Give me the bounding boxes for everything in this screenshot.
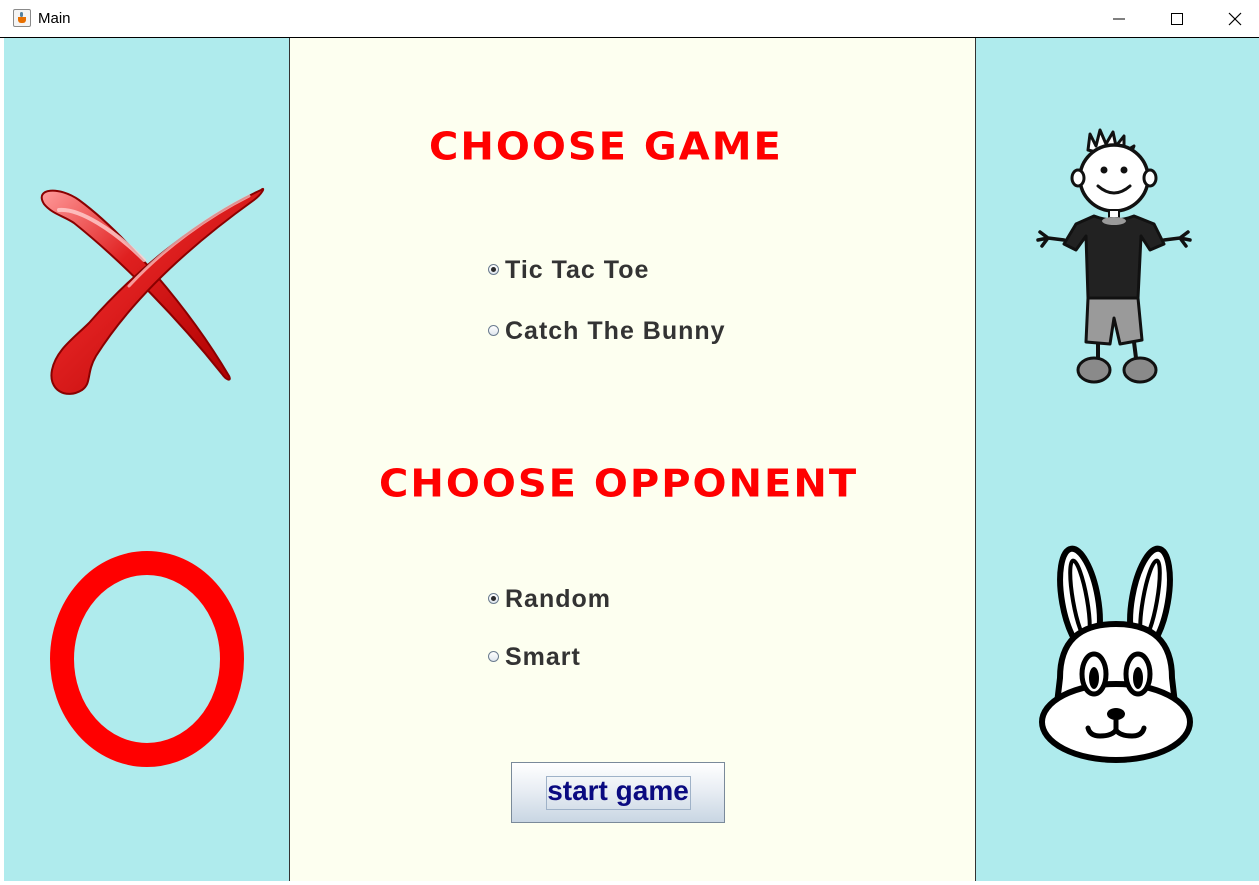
java-app-icon bbox=[13, 9, 31, 27]
maximize-button[interactable] bbox=[1148, 0, 1206, 38]
bunny-icon bbox=[1039, 545, 1193, 763]
close-button[interactable] bbox=[1206, 0, 1259, 38]
maximize-icon bbox=[1171, 13, 1183, 25]
choose-opponent-heading: CHOOSE OPPONENT bbox=[379, 462, 859, 506]
main-frame: CHOOSE GAME Tic Tac Toe Catch The Bunny … bbox=[4, 38, 1259, 881]
close-icon bbox=[1228, 12, 1242, 26]
radio-label[interactable]: Smart bbox=[505, 643, 581, 672]
window-title: Main bbox=[38, 10, 71, 27]
radio-button[interactable] bbox=[488, 325, 499, 336]
right-decor-svg bbox=[1036, 128, 1193, 763]
radio-label[interactable]: Tic Tac Toe bbox=[505, 256, 649, 285]
radio-button-selected[interactable] bbox=[488, 593, 499, 604]
right-decor-panel bbox=[975, 38, 1259, 881]
radio-label[interactable]: Catch The Bunny bbox=[505, 317, 726, 346]
title-bar: Main bbox=[0, 0, 1259, 38]
start-game-button[interactable]: start game bbox=[511, 762, 725, 823]
radio-label[interactable]: Random bbox=[505, 585, 611, 614]
radio-button-selected[interactable] bbox=[488, 264, 499, 275]
menu-panel: CHOOSE GAME Tic Tac Toe Catch The Bunny … bbox=[290, 38, 975, 881]
choose-game-heading: CHOOSE GAME bbox=[429, 125, 783, 169]
red-x-icon bbox=[40, 188, 265, 395]
radio-button[interactable] bbox=[488, 651, 499, 662]
stick-boy-icon bbox=[1036, 128, 1192, 384]
red-o-icon bbox=[50, 551, 244, 767]
start-game-label[interactable]: start game bbox=[512, 775, 724, 807]
minimize-button[interactable] bbox=[1090, 0, 1148, 38]
minimize-icon bbox=[1113, 18, 1125, 20]
left-decor-panel bbox=[4, 38, 290, 881]
left-decor-svg bbox=[40, 188, 265, 767]
